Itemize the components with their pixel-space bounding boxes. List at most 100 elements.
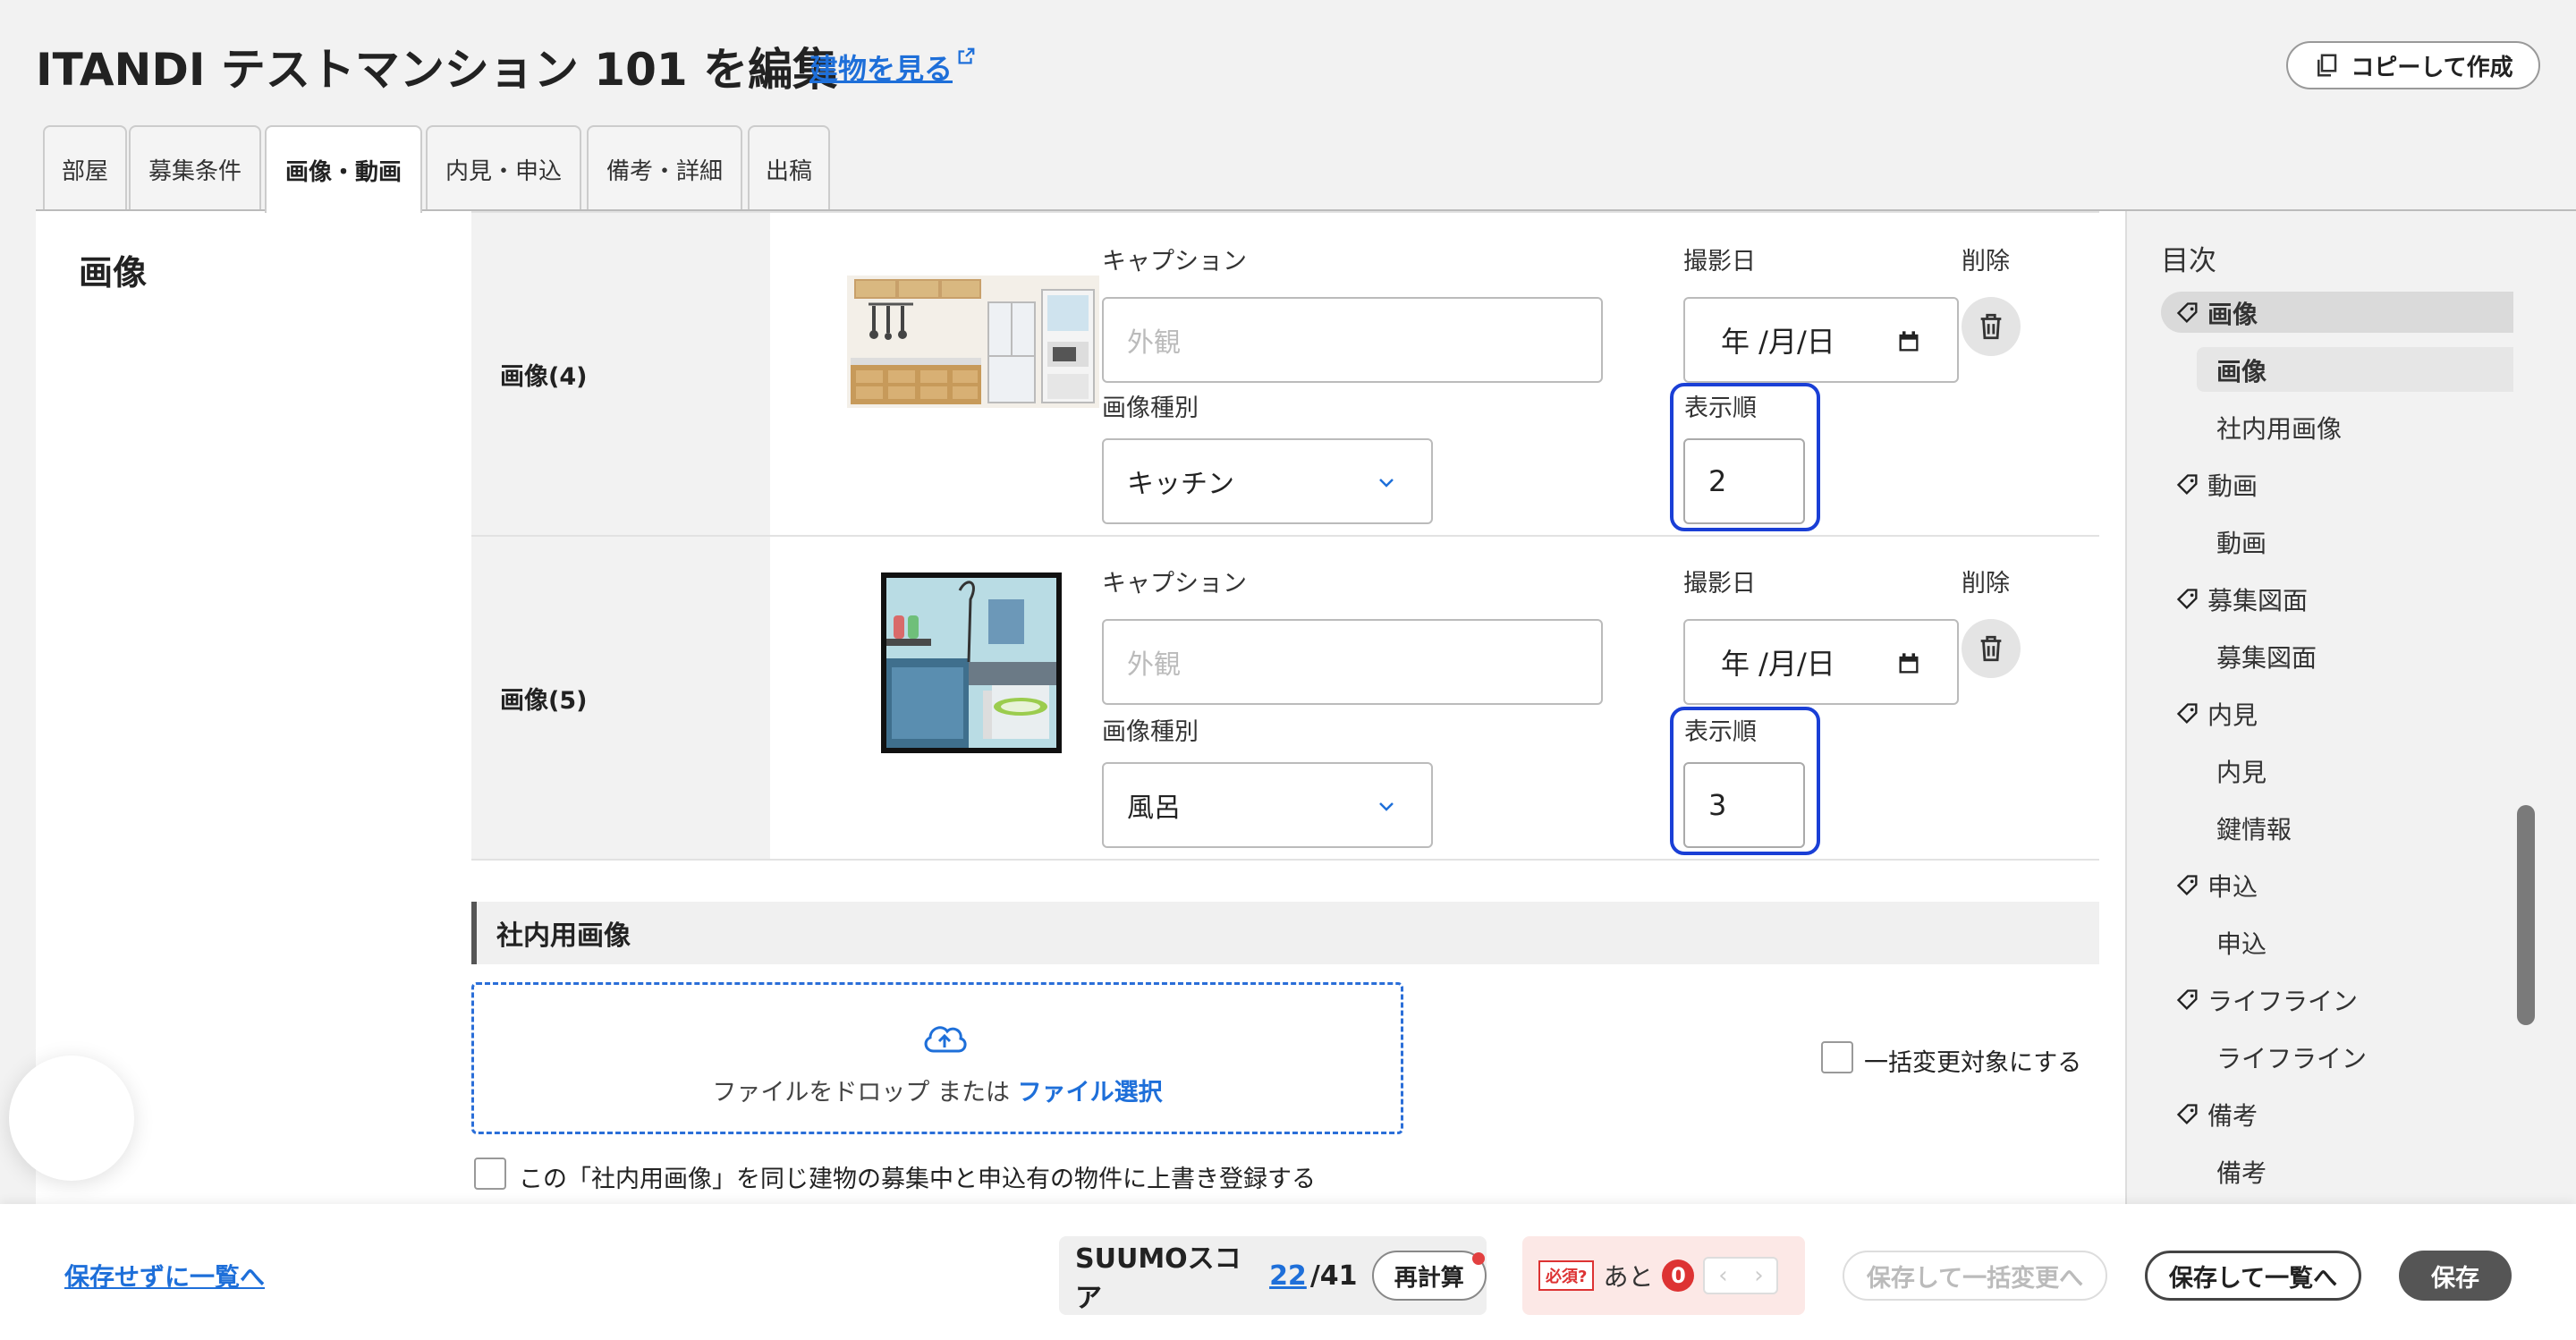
toc-item-lifeline[interactable]: ライフライン: [2175, 982, 2358, 1018]
cloud-upload-icon: [924, 1026, 967, 1053]
toc-item-label: 内見: [2207, 700, 2258, 730]
score-total: /41: [1309, 1259, 1358, 1292]
toc-item-label: 動画: [2207, 471, 2258, 501]
trash-icon: [1980, 635, 2002, 662]
copy-create-label: コピーして作成: [2351, 54, 2513, 81]
date-input[interactable]: 年 /月/日: [1683, 297, 1959, 383]
chevron-down-icon: [1379, 802, 1394, 811]
caption-input[interactable]: 外観: [1102, 297, 1603, 383]
image-type-select[interactable]: 風呂: [1102, 762, 1433, 848]
remaining-label: あと: [1603, 1262, 1654, 1292]
date-placeholder: 年 /月/日: [1721, 647, 1835, 681]
toc-item-notes[interactable]: 備考: [2175, 1097, 2258, 1132]
toc-item-videos[interactable]: 動画: [2175, 467, 2258, 503]
tab-conditions[interactable]: 募集条件: [129, 125, 261, 211]
toc-item-label: 画像: [2207, 300, 2258, 329]
required-fields-box: 必須? あと 0 ‹ ›: [1522, 1236, 1805, 1315]
main-panel: 画像 画像(4) キャプション 撮影日 削除 外観 年 /月/日 画像種別 キッ…: [36, 211, 2125, 1204]
toc-subitem-internal-images[interactable]: 社内用画像: [2216, 410, 2342, 445]
building-link-label: 建物を見る: [809, 52, 953, 86]
tab-notes-details[interactable]: 備考・詳細: [587, 125, 742, 211]
image-type-value: キッチン: [1127, 469, 1234, 500]
recalculate-label: 再計算: [1394, 1264, 1464, 1292]
image-row-label: 画像(5): [471, 537, 770, 859]
back-without-saving-link[interactable]: 保存せずに一覧へ: [64, 1258, 265, 1293]
copy-create-button[interactable]: コピーして作成: [2286, 41, 2540, 89]
score-value[interactable]: 22: [1269, 1260, 1307, 1292]
tab-images-videos[interactable]: 画像・動画: [265, 125, 422, 213]
internal-images-header: 社内用画像: [471, 902, 2099, 964]
bath-thumbnail[interactable]: [881, 572, 1062, 753]
bulk-change-checkbox[interactable]: [1821, 1041, 1853, 1073]
date-label: 撮影日: [1683, 570, 1756, 598]
toc-item-floorplan[interactable]: 募集図面: [2175, 581, 2308, 617]
caption-label: キャプション: [1102, 248, 1247, 276]
save-bulk-change-button[interactable]: 保存して一括変更へ: [1843, 1251, 2107, 1301]
dropzone-instruction: ファイルをドロップ または: [712, 1079, 1018, 1107]
dropzone-text: ファイルをドロップ または ファイル選択: [474, 1073, 1401, 1107]
toc-subitem-videos[interactable]: 動画: [2216, 524, 2267, 560]
display-order-input[interactable]: 3: [1683, 762, 1805, 848]
kitchen-thumbnail[interactable]: [847, 276, 1099, 408]
toc-item-application[interactable]: 申込: [2175, 868, 2258, 903]
tag-icon: [2176, 302, 2198, 323]
delete-button[interactable]: [1962, 619, 2021, 678]
recalculate-button[interactable]: 再計算: [1371, 1251, 1487, 1301]
toc-subitem-key-info[interactable]: 鍵情報: [2216, 810, 2292, 846]
toc-scrollbar-track[interactable]: [2519, 211, 2538, 1204]
toc-item-images[interactable]: 画像: [2175, 295, 2258, 331]
date-placeholder: 年 /月/日: [1721, 325, 1835, 359]
tab-publish[interactable]: 出稿: [748, 125, 830, 211]
toc-item-label: 備考: [2207, 1101, 2258, 1131]
image-type-label: 画像種別: [1102, 718, 1199, 746]
toc-item-label: 申込: [2207, 872, 2258, 902]
suumo-score-box: SUUMOスコア 22/41 再計算: [1059, 1236, 1487, 1315]
floating-action-button[interactable]: [9, 1056, 134, 1181]
save-to-list-button[interactable]: 保存して一覧へ: [2145, 1251, 2361, 1301]
image-type-select[interactable]: キッチン: [1102, 438, 1433, 524]
toc-subitem-application[interactable]: 申込: [2216, 925, 2267, 961]
display-order-label: 表示順: [1684, 718, 1757, 746]
calendar-icon[interactable]: [1896, 651, 1921, 676]
toc-item-viewing[interactable]: 内見: [2175, 696, 2258, 732]
chevron-left-icon[interactable]: ‹: [1718, 1262, 1727, 1289]
tab-room[interactable]: 部屋: [43, 125, 127, 211]
toc-item-label: 募集図面: [2216, 643, 2318, 673]
toc-item-label: 鍵情報: [2216, 815, 2292, 844]
remaining-count: 0: [1662, 1259, 1695, 1292]
calendar-icon[interactable]: [1896, 329, 1921, 354]
bulk-change-label: 一括変更対象にする: [1864, 1049, 2082, 1077]
toc-title: 目次: [2161, 245, 2216, 277]
overwrite-label: この「社内用画像」を同じ建物の募集中と申込有の物件に上書き登録する: [519, 1166, 1316, 1193]
file-dropzone[interactable]: ファイルをドロップ または ファイル選択: [471, 982, 1403, 1134]
required-nav[interactable]: ‹ ›: [1703, 1257, 1779, 1294]
save-button[interactable]: 保存: [2399, 1251, 2512, 1301]
toc-subitem-viewing[interactable]: 内見: [2216, 753, 2267, 789]
toc-subitem-floorplan[interactable]: 募集図面: [2216, 639, 2317, 674]
tag-icon: [2176, 474, 2198, 495]
score-label: SUUMOスコア: [1075, 1243, 1241, 1314]
toc-subitem-images[interactable]: 画像: [2216, 352, 2267, 388]
toc-item-label: 申込: [2216, 929, 2267, 959]
caption-input[interactable]: 外観: [1102, 619, 1603, 705]
display-order-input[interactable]: 2: [1683, 438, 1805, 524]
toc-scrollbar-thumb[interactable]: [2517, 805, 2535, 1025]
section-title: 画像: [79, 253, 148, 293]
toc-subitem-notes[interactable]: 備考: [2216, 1154, 2267, 1190]
tab-viewing-application[interactable]: 内見・申込: [426, 125, 581, 211]
chevron-right-icon[interactable]: ›: [1754, 1262, 1763, 1289]
file-select-link[interactable]: ファイル選択: [1018, 1079, 1163, 1107]
building-link[interactable]: 建物を見る: [809, 47, 976, 88]
table-of-contents: 目次 画像 画像 社内用画像 動画 動画 募集図面 募集図面 内見 内見 鍵情報…: [2125, 211, 2528, 1204]
delete-button[interactable]: [1962, 297, 2021, 356]
toc-subitem-lifeline[interactable]: ライフライン: [2216, 1039, 2367, 1075]
overwrite-checkbox[interactable]: [474, 1158, 506, 1190]
tag-icon: [2176, 589, 2198, 609]
external-link-icon: [958, 47, 975, 64]
date-input[interactable]: 年 /月/日: [1683, 619, 1959, 705]
delete-label: 削除: [1962, 248, 2010, 276]
date-label: 撮影日: [1683, 248, 1756, 276]
toc-item-label: 備考: [2216, 1158, 2267, 1188]
tag-icon: [2176, 989, 2198, 1010]
image-row-label: 画像(4): [471, 213, 770, 535]
